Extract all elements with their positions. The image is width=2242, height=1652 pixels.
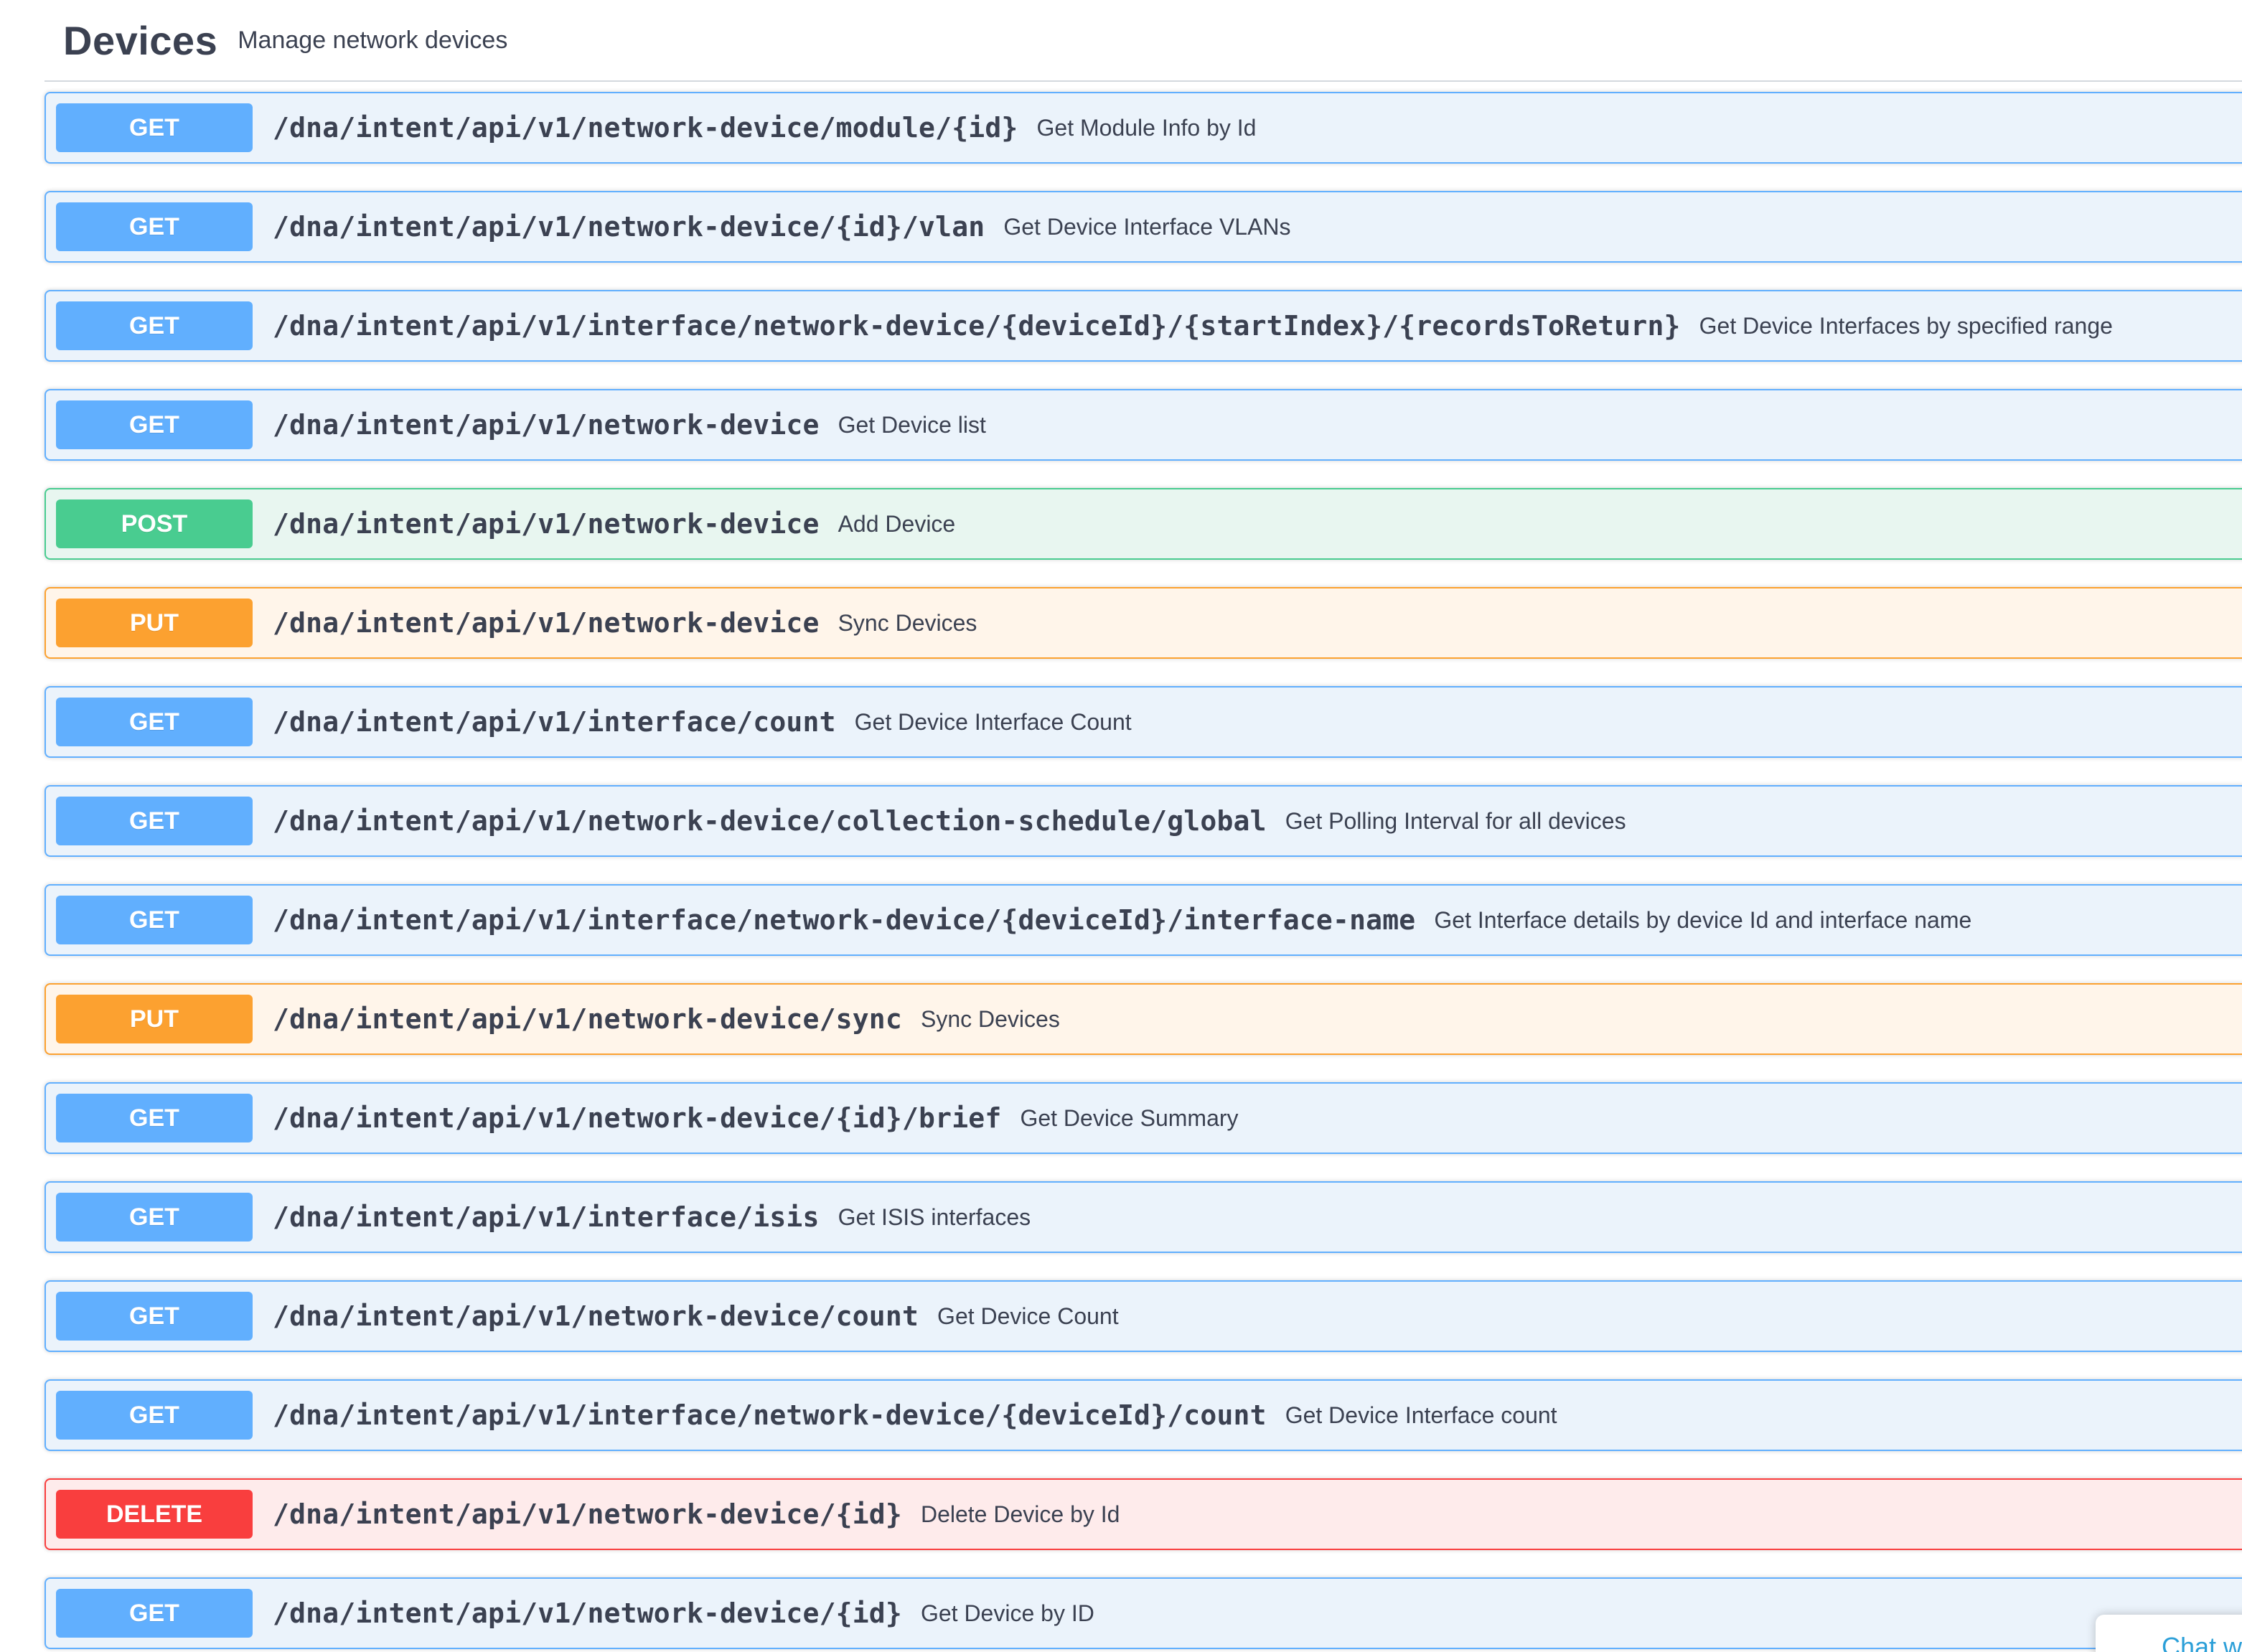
operation-add-device[interactable]: POST /dna/intent/api/v1/network-device A… <box>44 488 2242 560</box>
operation-summary: Get Device list <box>838 411 986 438</box>
operation-path: /dna/intent/api/v1/network-device <box>273 409 820 441</box>
operation-get-device-interfaces-range[interactable]: GET /dna/intent/api/v1/interface/network… <box>44 290 2242 362</box>
operation-get-polling-interval[interactable]: GET /dna/intent/api/v1/network-device/co… <box>44 785 2242 857</box>
method-badge: GET <box>56 797 253 845</box>
operation-summary: Get Device Interface count <box>1285 1402 1557 1428</box>
operation-path: /dna/intent/api/v1/network-device/collec… <box>273 805 1267 837</box>
operation-summary: Delete Device by Id <box>920 1501 1120 1527</box>
tag-header[interactable]: Devices Manage network devices <box>44 0 2242 82</box>
method-badge: GET <box>56 1391 253 1440</box>
operation-get-device-list[interactable]: GET /dna/intent/api/v1/network-device Ge… <box>44 389 2242 461</box>
operation-summary: Get Device Summary <box>1020 1104 1239 1131</box>
method-badge: GET <box>56 400 253 449</box>
operation-summary: Get Interface details by device Id and i… <box>1434 906 1972 933</box>
method-badge: GET <box>56 202 253 251</box>
operation-summary: Get Polling Interval for all devices <box>1285 807 1626 834</box>
method-badge: GET <box>56 103 253 152</box>
method-badge: GET <box>56 1094 253 1142</box>
method-badge: GET <box>56 1589 253 1638</box>
chat-label: Chat w <box>2162 1632 2242 1652</box>
operation-summary: Get Device Count <box>937 1303 1119 1329</box>
method-badge: GET <box>56 301 253 350</box>
operation-get-device-interface-count[interactable]: GET /dna/intent/api/v1/interface/count G… <box>44 686 2242 758</box>
operation-get-device-interface-vlans[interactable]: GET /dna/intent/api/v1/network-device/{i… <box>44 191 2242 263</box>
operation-summary: Get Device Interfaces by specified range <box>1699 312 2113 339</box>
operation-path: /dna/intent/api/v1/interface/network-dev… <box>273 1399 1267 1431</box>
operation-delete-device[interactable]: DELETE /dna/intent/api/v1/network-device… <box>44 1478 2242 1550</box>
operation-path: /dna/intent/api/v1/network-device/{id} <box>273 1498 902 1530</box>
operations-list: GET /dna/intent/api/v1/network-device/mo… <box>44 92 2242 1652</box>
operation-summary: Get ISIS interfaces <box>838 1203 1031 1230</box>
operation-path: /dna/intent/api/v1/interface/count <box>273 706 836 738</box>
operation-get-interface-details[interactable]: GET /dna/intent/api/v1/interface/network… <box>44 884 2242 956</box>
operation-path: /dna/intent/api/v1/network-device/sync <box>273 1003 902 1035</box>
operation-path: /dna/intent/api/v1/interface/isis <box>273 1201 820 1233</box>
operation-path: /dna/intent/api/v1/network-device/{id}/v… <box>273 211 985 243</box>
page: Devices Manage network devices GET /dna/… <box>0 0 2242 1652</box>
operation-sync-devices-sync[interactable]: PUT /dna/intent/api/v1/network-device/sy… <box>44 983 2242 1055</box>
operation-summary: Get Module Info by Id <box>1036 114 1257 141</box>
operation-path: /dna/intent/api/v1/network-device/module… <box>273 112 1018 144</box>
method-badge: GET <box>56 1292 253 1341</box>
method-badge: GET <box>56 896 253 944</box>
operation-get-device-interface-count-by-id[interactable]: GET /dna/intent/api/v1/interface/network… <box>44 1379 2242 1451</box>
operation-get-device-by-id[interactable]: GET /dna/intent/api/v1/network-device/{i… <box>44 1577 2242 1649</box>
method-badge: PUT <box>56 995 253 1043</box>
operation-path: /dna/intent/api/v1/interface/network-dev… <box>273 310 1681 342</box>
operation-summary: Sync Devices <box>838 609 977 636</box>
operation-get-device-count[interactable]: GET /dna/intent/api/v1/network-device/co… <box>44 1280 2242 1352</box>
tag-description: Manage network devices <box>238 26 508 54</box>
operation-get-device-summary[interactable]: GET /dna/intent/api/v1/network-device/{i… <box>44 1082 2242 1154</box>
operation-get-module-info[interactable]: GET /dna/intent/api/v1/network-device/mo… <box>44 92 2242 164</box>
method-badge: DELETE <box>56 1490 253 1539</box>
method-badge: PUT <box>56 599 253 647</box>
operation-summary: Sync Devices <box>920 1005 1060 1032</box>
operation-sync-devices[interactable]: PUT /dna/intent/api/v1/network-device Sy… <box>44 587 2242 659</box>
operation-path: /dna/intent/api/v1/network-device <box>273 607 820 639</box>
operation-path: /dna/intent/api/v1/network-device/{id}/b… <box>273 1102 1002 1134</box>
operation-path: /dna/intent/api/v1/interface/network-dev… <box>273 904 1416 936</box>
method-badge: GET <box>56 698 253 746</box>
method-badge: GET <box>56 1193 253 1242</box>
operation-get-isis-interfaces[interactable]: GET /dna/intent/api/v1/interface/isis Ge… <box>44 1181 2242 1253</box>
operation-summary: Get Device by ID <box>920 1600 1094 1626</box>
operation-path: /dna/intent/api/v1/network-device/{id} <box>273 1597 902 1629</box>
tag-title: Devices <box>63 17 218 63</box>
operation-path: /dna/intent/api/v1/network-device <box>273 508 820 540</box>
chat-widget[interactable]: Chat w <box>2096 1615 2242 1652</box>
method-badge: POST <box>56 499 253 548</box>
operation-summary: Get Device Interface Count <box>854 708 1132 735</box>
operation-summary: Add Device <box>838 510 956 537</box>
operation-path: /dna/intent/api/v1/network-device/count <box>273 1300 919 1332</box>
operation-summary: Get Device Interface VLANs <box>1003 213 1291 240</box>
